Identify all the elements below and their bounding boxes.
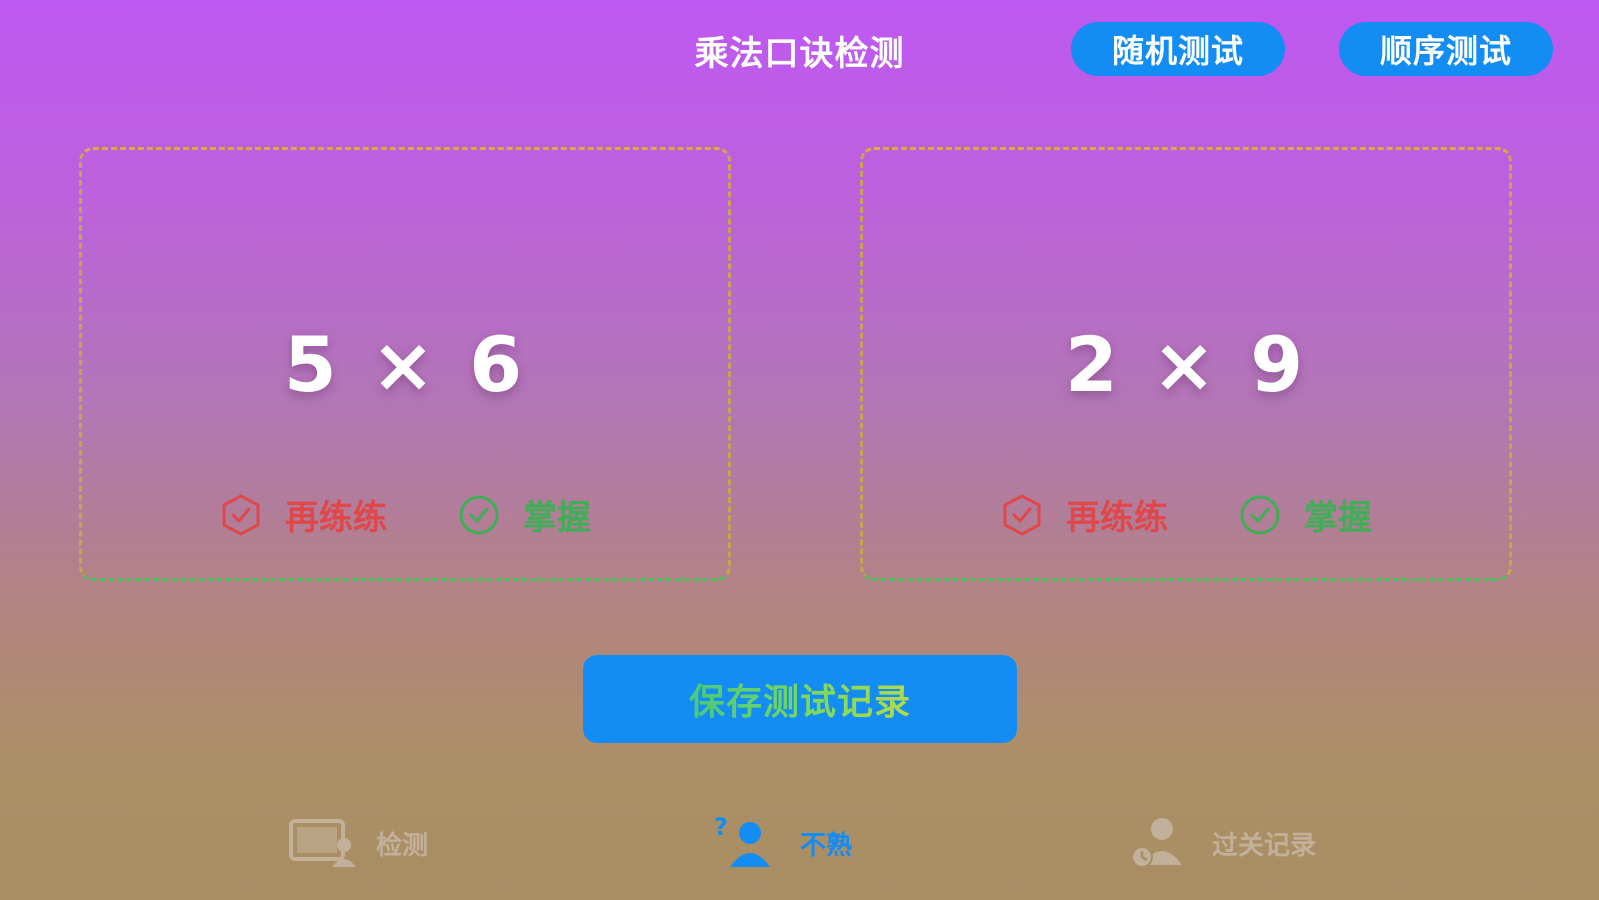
save-button-label: 保存测试记录 [689,673,911,725]
tab-test-label: 检测 [376,830,429,861]
retry-button[interactable]: 再练练 [219,490,387,539]
retry-label: 再练练 [285,498,387,538]
user-question-icon: ? [714,815,770,867]
master-label: 掌握 [1304,498,1372,538]
tab-unfamiliar[interactable]: ? 不熟 [712,815,852,871]
save-test-record-button[interactable]: 保存测试记录 [583,655,1017,743]
question-expression: 5 × 6 [283,320,527,409]
test-screen-icon [289,819,356,867]
master-button[interactable]: 掌握 [1238,490,1372,539]
master-label: 掌握 [523,498,591,538]
tab-unfamiliar-label: 不熟 [800,830,853,861]
tab-records[interactable]: 过关记录 [1124,815,1316,871]
random-test-button[interactable]: 随机测试 [1071,22,1285,76]
master-check-icon [459,495,499,534]
svg-text:?: ? [714,815,728,841]
retry-check-icon [1003,494,1041,535]
sequential-test-button[interactable]: 顺序测试 [1339,22,1553,76]
retry-check-icon [222,494,260,535]
tab-records-label: 过关记录 [1212,830,1317,861]
master-button[interactable]: 掌握 [457,490,591,539]
bottom-tab-bar: 检测 ? 不熟 过关记录 [0,815,1599,885]
question-card-2: 2 × 9 再练练 掌握 [860,147,1512,581]
retry-button[interactable]: 再练练 [1000,490,1168,539]
retry-label: 再练练 [1066,498,1168,538]
question-card-1: 5 × 6 再练练 掌握 [79,147,731,581]
question-expression: 2 × 9 [1064,320,1308,409]
master-check-icon [1240,495,1280,534]
tab-test[interactable]: 检测 [288,815,428,871]
user-record-icon [1131,818,1182,868]
